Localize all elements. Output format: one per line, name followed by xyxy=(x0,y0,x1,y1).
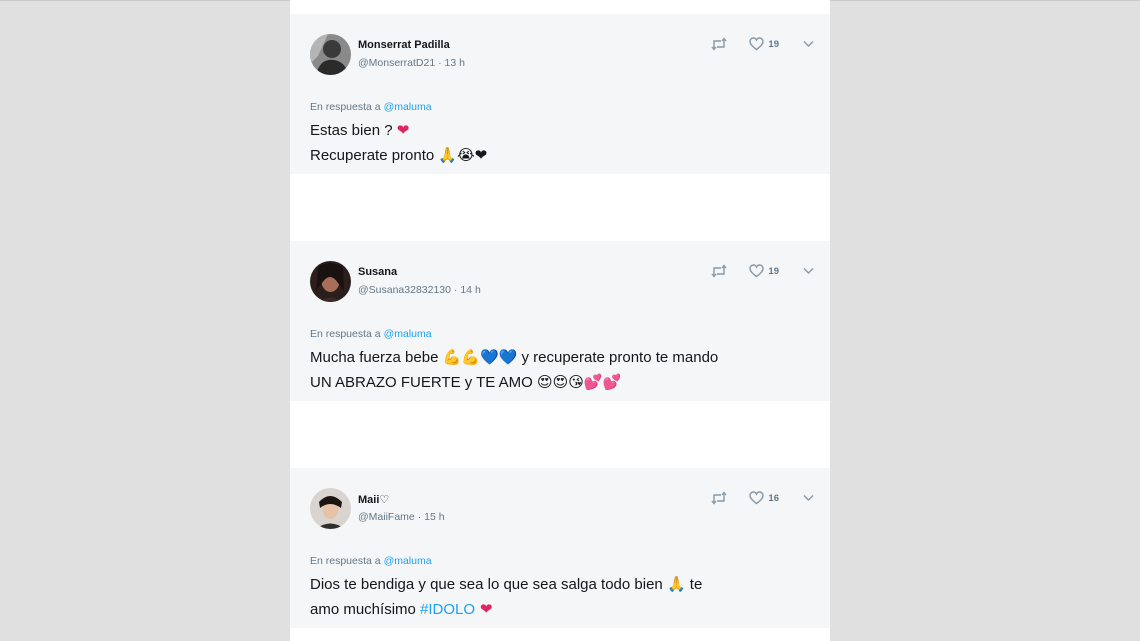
text-segment: UN ABRAZO FUERTE y TE AMO xyxy=(310,374,537,391)
like-count: 19 xyxy=(768,38,779,50)
text-segment: Dios te bendiga y que sea lo que sea sal… xyxy=(310,576,667,593)
tweet-text-line: Recuperate pronto 🙏😭❤ xyxy=(310,143,820,168)
emoji-segment: 🙏 xyxy=(666,575,686,593)
tweet-card[interactable]: Monserrat Padilla @MonserratD21 · 13 h 1… xyxy=(290,14,830,174)
tweet-time[interactable]: 14 h xyxy=(460,284,480,296)
tweet-text-line: UN ABRAZO FUERTE y TE AMO 😍😍😘💕💕 xyxy=(310,370,820,395)
tweet-actions: 19 xyxy=(711,263,814,279)
avatar[interactable] xyxy=(310,488,351,529)
author-handle[interactable]: @MonserratD21 xyxy=(358,57,435,69)
tweet-actions: 16 xyxy=(711,490,814,506)
tweet-text-line: Dios te bendiga y que sea lo que sea sal… xyxy=(310,572,820,597)
tweet-text-line: amo muchísimo #IDOLO ❤ xyxy=(310,597,820,622)
hashtag-link[interactable]: #IDOLO xyxy=(420,601,475,618)
chevron-down-icon[interactable] xyxy=(803,267,814,275)
retweet-icon[interactable] xyxy=(711,491,727,505)
timeline-column: Monserrat Padilla @MonserratD21 · 13 h 1… xyxy=(290,0,830,641)
reply-handle-link[interactable]: @maluma xyxy=(384,101,432,113)
reply-prefix: En respuesta a xyxy=(310,328,381,340)
author-meta: @MonserratD21 · 13 h xyxy=(358,57,465,69)
emoji-segment: 🙏😭❤ xyxy=(438,146,488,164)
like-count: 16 xyxy=(768,492,779,504)
author-name[interactable]: Monserrat Padilla xyxy=(358,39,450,51)
reply-handle-link[interactable]: @maluma xyxy=(384,328,432,340)
heart-icon[interactable] xyxy=(749,491,765,505)
chevron-down-icon[interactable] xyxy=(803,494,814,502)
avatar[interactable] xyxy=(310,261,351,302)
tweet-text-line: Mucha fuerza bebe 💪💪💙💙 y recuperate pron… xyxy=(310,345,820,370)
tweet-text-line: Estas bien ? ❤ xyxy=(310,118,820,143)
tweet-card[interactable]: Susana @Susana32832130 · 14 h 19 En resp… xyxy=(290,241,830,401)
tweet-text: Dios te bendiga y que sea lo que sea sal… xyxy=(310,572,820,622)
chevron-down-icon[interactable] xyxy=(803,40,814,48)
reply-prefix: En respuesta a xyxy=(310,555,381,567)
text-segment: Mucha fuerza bebe xyxy=(310,349,443,366)
avatar[interactable] xyxy=(310,34,351,75)
author-handle[interactable]: @MaiiFame xyxy=(358,511,415,523)
like-count: 19 xyxy=(768,265,779,277)
reply-prefix: En respuesta a xyxy=(310,101,381,113)
text-segment: amo muchísimo xyxy=(310,601,421,618)
author-name[interactable]: Susana xyxy=(358,266,397,278)
text-segment: te xyxy=(685,576,703,593)
heart-icon[interactable] xyxy=(749,37,765,51)
text-segment: y recuperate pronto te mando xyxy=(517,349,719,366)
author-meta: @MaiiFame · 15 h xyxy=(358,511,445,523)
tweet-text: Mucha fuerza bebe 💪💪💙💙 y recuperate pron… xyxy=(310,345,820,395)
reply-context: En respuesta a @maluma xyxy=(310,328,432,340)
tweet-text: Estas bien ? ❤ Recuperate pronto 🙏😭❤ xyxy=(310,118,820,168)
author-name[interactable]: Maii♡ xyxy=(358,493,389,506)
tweet-time[interactable]: 13 h xyxy=(445,57,465,69)
emoji-segment: ❤ xyxy=(475,600,493,618)
emoji-segment: 😍😍😘💕💕 xyxy=(537,373,622,391)
author-handle[interactable]: @Susana32832130 xyxy=(358,284,451,296)
heart-icon[interactable] xyxy=(749,264,765,278)
author-meta: @Susana32832130 · 14 h xyxy=(358,284,481,296)
reply-context: En respuesta a @maluma xyxy=(310,555,432,567)
emoji-segment: ❤ xyxy=(396,121,410,139)
reply-context: En respuesta a @maluma xyxy=(310,101,432,113)
emoji-segment: 💪💪💙💙 xyxy=(442,348,518,366)
tweet-card[interactable]: Maii♡ @MaiiFame · 15 h 16 En respuesta a… xyxy=(290,468,830,628)
tweet-time[interactable]: 15 h xyxy=(424,511,444,523)
reply-handle-link[interactable]: @maluma xyxy=(384,555,432,567)
retweet-icon[interactable] xyxy=(711,37,727,51)
retweet-icon[interactable] xyxy=(711,264,727,278)
text-segment: Estas bien ? xyxy=(310,122,397,139)
tweet-actions: 19 xyxy=(711,36,814,52)
text-segment: Recuperate pronto xyxy=(310,147,439,164)
